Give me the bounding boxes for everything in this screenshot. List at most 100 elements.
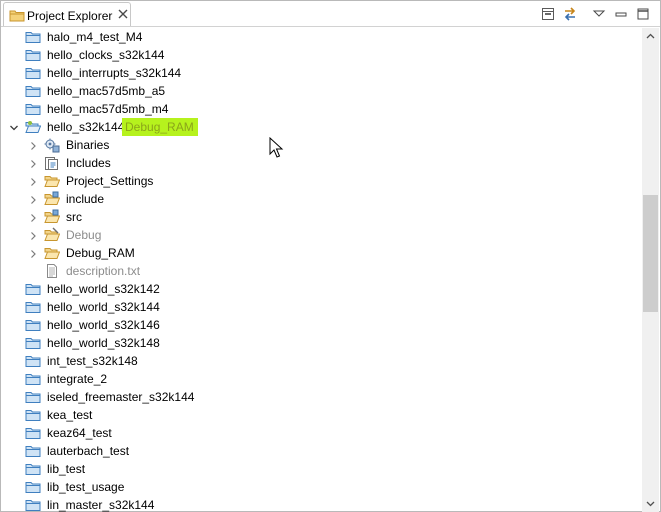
tree-item-label: hello_mac57d5mb_m4 (47, 102, 169, 116)
tree-item-label: lin_master_s32k144 (47, 498, 155, 512)
open-project-icon (25, 119, 42, 135)
tab-project-explorer[interactable]: Project Explorer (3, 2, 131, 27)
project-folder-icon (25, 317, 41, 333)
tree-item-project[interactable]: hello_world_s32k148 (1, 334, 641, 352)
tree-item-label: hello_interrupts_s32k144 (47, 66, 182, 80)
tree-item-child[interactable]: description.txt (1, 262, 641, 280)
tree-item-project[interactable]: hello_s32k144 Debug_RAM (1, 118, 641, 136)
scroll-down-icon[interactable] (642, 495, 659, 512)
chevron-right-icon[interactable] (28, 140, 38, 150)
folder-icon (44, 173, 61, 189)
project-folder-icon (25, 425, 41, 441)
tree-item-child[interactable]: Includes (1, 154, 641, 172)
project-folder-icon (25, 443, 41, 459)
tree-item-label: src (66, 210, 82, 224)
tree-item-project[interactable]: hello_clocks_s32k144 (1, 46, 641, 64)
link-with-editor-icon[interactable] (562, 6, 578, 22)
tree-item-project[interactable]: hello_mac57d5mb_a5 (1, 82, 641, 100)
tab-title: Project Explorer (27, 9, 113, 23)
tree-item-project[interactable]: halo_m4_test_M4 (1, 28, 641, 46)
project-folder-icon (25, 281, 41, 297)
tree-item-project[interactable]: hello_world_s32k144 (1, 298, 641, 316)
project-folder-icon (25, 29, 41, 45)
tree-item-project[interactable]: hello_world_s32k146 (1, 316, 641, 334)
project-folder-icon (25, 83, 41, 99)
tree-item-project[interactable]: keaz64_test (1, 424, 641, 442)
project-folder-icon (25, 335, 41, 351)
tree-item-project[interactable]: kea_test (1, 406, 641, 424)
tree-item-label: lib_test_usage (47, 480, 125, 494)
project-tree[interactable]: halo_m4_test_M4 hello_clocks_s32k144hello… (1, 28, 641, 512)
source-folder-icon (44, 191, 61, 207)
tree-item-label: hello_world_s32k142 (47, 282, 160, 296)
includes-icon (44, 155, 60, 171)
tree-item-child[interactable]: Debug_RAM (1, 244, 641, 262)
tree-item-label: hello_world_s32k144 (47, 300, 160, 314)
scroll-up-icon[interactable] (642, 28, 659, 45)
tree-item-project[interactable]: hello_world_s32k142 (1, 280, 641, 298)
tree-item-label: Binaries (66, 138, 110, 152)
project-folder-icon (25, 461, 41, 477)
source-folder-icon (44, 209, 61, 225)
tree-item-project[interactable]: lib_test (1, 460, 641, 478)
maximize-icon[interactable] (635, 6, 651, 22)
chevron-right-icon[interactable] (28, 194, 38, 204)
tree-item-child[interactable]: src (1, 208, 641, 226)
tree-item-label: keaz64_test (47, 426, 112, 440)
derived-folder-icon (44, 227, 61, 243)
chevron-down-icon[interactable] (9, 122, 19, 132)
tree-item-label: Project_Settings (66, 174, 154, 188)
project-folder-icon (25, 101, 41, 117)
minimize-icon[interactable] (613, 6, 629, 22)
active-build-config-decoration: Debug_RAM (122, 118, 198, 136)
chevron-right-icon[interactable] (28, 230, 38, 240)
project-folder-icon (25, 407, 41, 423)
tree-item-child[interactable]: Debug (1, 226, 641, 244)
tree-item-project[interactable]: integrate_2 (1, 370, 641, 388)
view-menu-icon[interactable] (591, 6, 607, 22)
binaries-icon (44, 137, 60, 153)
tree-item-child[interactable]: Project_Settings (1, 172, 641, 190)
vertical-scrollbar[interactable] (642, 28, 659, 512)
collapse-all-icon[interactable] (540, 6, 556, 22)
tree-item-label: hello_clocks_s32k144 (47, 48, 165, 62)
tree-item-label: lauterbach_test (47, 444, 130, 458)
tree-item-label: iseled_freemaster_s32k144 (47, 390, 195, 404)
tree-item-label: hello_world_s32k146 (47, 318, 160, 332)
tree-item-label: Debug (66, 228, 102, 242)
tree-item-project[interactable]: lin_master_s32k144 (1, 496, 641, 512)
header-divider (1, 26, 660, 27)
chevron-right-icon[interactable] (28, 176, 38, 186)
project-folder-icon (25, 479, 41, 495)
folder-icon (44, 245, 61, 261)
tree-item-label: hello_mac57d5mb_a5 (47, 84, 166, 98)
tree-item-label: lib_test (47, 462, 86, 476)
tree-item-label: hello_s32k144 (47, 120, 125, 134)
project-explorer-view: Project Explorer halo_m4_test_M4 hello_c… (0, 0, 661, 512)
tree-item-project[interactable]: int_test_s32k148 (1, 352, 641, 370)
project-folder-icon (25, 389, 41, 405)
close-icon[interactable] (117, 8, 129, 20)
tree-item-label: include (66, 192, 105, 206)
tree-item-project[interactable]: iseled_freemaster_s32k144 (1, 388, 641, 406)
tree-item-child[interactable]: include (1, 190, 641, 208)
tree-item-label: integrate_2 (47, 372, 108, 386)
tree-item-label: description.txt (66, 264, 141, 278)
scrollbar-thumb[interactable] (643, 195, 658, 312)
tree-item-label: kea_test (47, 408, 93, 422)
tree-item-project[interactable]: lauterbach_test (1, 442, 641, 460)
project-explorer-icon (9, 8, 25, 22)
tree-item-label: int_test_s32k148 (47, 354, 138, 368)
view-header: Project Explorer (1, 1, 660, 27)
chevron-right-icon[interactable] (28, 212, 38, 222)
chevron-right-icon[interactable] (28, 248, 38, 258)
text-file-icon (44, 263, 60, 279)
tree-item-label: Debug_RAM (66, 246, 135, 260)
tree-item-project[interactable]: hello_mac57d5mb_m4 (1, 100, 641, 118)
tree-item-child[interactable]: Binaries (1, 136, 641, 154)
tree-item-project[interactable]: lib_test_usage (1, 478, 641, 496)
tree-item-project[interactable]: hello_interrupts_s32k144 (1, 64, 641, 82)
project-folder-icon (25, 299, 41, 315)
chevron-right-icon[interactable] (28, 158, 38, 168)
tree-item-label: halo_m4_test_M4 (47, 30, 143, 44)
